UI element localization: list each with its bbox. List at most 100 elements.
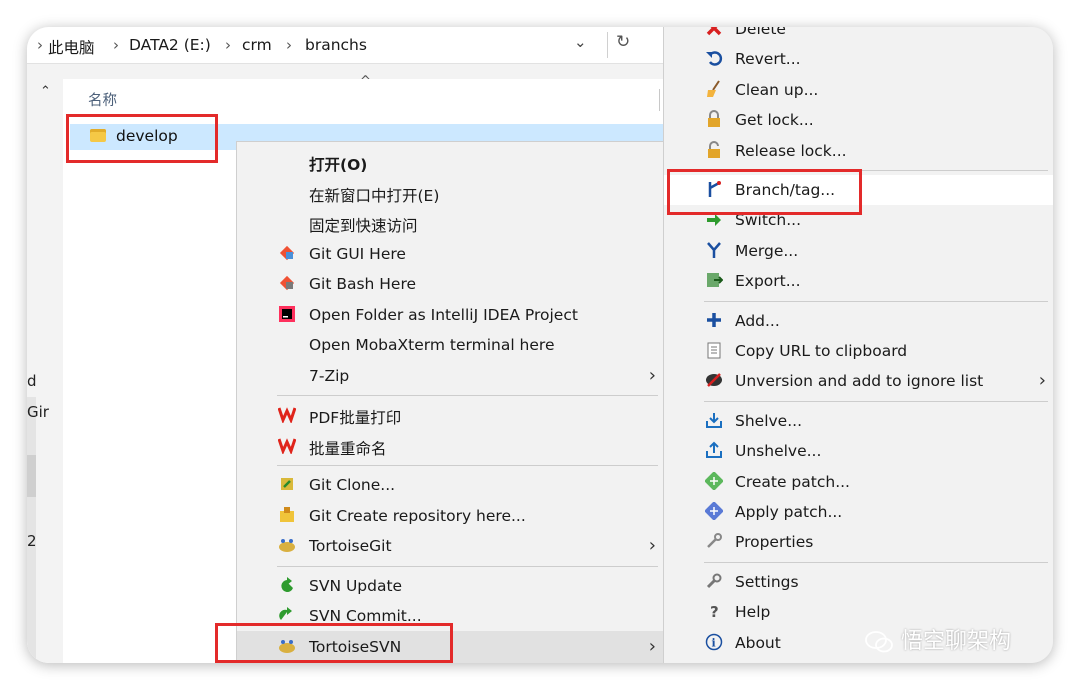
menu-separator <box>704 300 1048 302</box>
menu-item-unshelve[interactable]: Unshelve... <box>664 436 1053 466</box>
refresh-icon[interactable]: ↻ <box>616 32 630 52</box>
watermark-text: 悟空聊架构 <box>901 629 1012 654</box>
chevron-down-icon[interactable]: ⌄ <box>574 33 587 51</box>
add-icon <box>704 311 724 331</box>
breadcrumb-separator: › <box>37 36 43 54</box>
menu-item-delete[interactable]: Delete <box>664 27 1053 44</box>
menu-separator <box>277 565 658 567</box>
settings-icon <box>704 572 724 592</box>
menu-item-add[interactable]: Add... <box>664 306 1053 336</box>
unshelve-icon <box>704 441 724 461</box>
menu-item-open-mobaxterm-terminal-here[interactable]: Open MobaXterm terminal here <box>237 330 664 360</box>
menu-item-git-clone[interactable]: Git Clone... <box>237 470 664 500</box>
ignore-icon <box>704 371 724 391</box>
menu-item-shelve[interactable]: Shelve... <box>664 406 1053 436</box>
menu-item-item[interactable]: 固定到快速访问 <box>237 208 664 238</box>
menu-item-o[interactable]: 打开(O) <box>237 147 664 177</box>
menu-item-7-zip[interactable]: 7-Zip › <box>237 361 664 391</box>
menu-item-create-patch[interactable]: Create patch... <box>664 467 1053 497</box>
menu-item-revert[interactable]: Revert... <box>664 44 1053 74</box>
menu-item-export[interactable]: Export... <box>664 266 1053 296</box>
breadcrumb-this-pc[interactable]: 此电脑 <box>48 36 95 58</box>
divider <box>607 32 608 58</box>
menu-item-svn-update[interactable]: SVN Update <box>237 571 664 601</box>
menu-item-label: 固定到快速访问 <box>309 217 418 235</box>
menu-item-properties[interactable]: Properties <box>664 527 1053 557</box>
tortoisesvn-submenu: Delete Revert... Clean up... Get lock... Rel… <box>663 27 1053 663</box>
create-patch-icon <box>704 470 724 492</box>
sort-ascending-icon: ^ <box>360 74 371 89</box>
intellij-icon <box>277 305 297 325</box>
menu-item-label: Get lock... <box>735 111 814 130</box>
chevron-right-icon: › <box>1038 370 1046 392</box>
chevron-right-icon: › <box>648 364 656 386</box>
menu-item-open-folder-as-intellij-idea-project[interactable]: Open Folder as IntelliJ IDEA Project <box>237 300 664 330</box>
export-icon <box>704 271 724 291</box>
menu-item-label: Git GUI Here <box>309 244 406 263</box>
menu-item-label: Git Create repository here... <box>309 506 526 525</box>
breadcrumb-separator: › <box>225 36 231 54</box>
menu-item-unversion-and-add-to-ignore-list[interactable]: Unversion and add to ignore list › <box>664 366 1053 396</box>
nav-pane-text: Gir <box>27 403 49 421</box>
menu-item-label: Add... <box>735 311 780 330</box>
menu-item-tortoisegit[interactable]: TortoiseGit › <box>237 531 664 561</box>
menu-item-e[interactable]: 在新窗口中打开(E) <box>237 178 664 208</box>
nav-pane-text: d <box>27 372 37 390</box>
breadcrumb-branchs[interactable]: branchs <box>305 36 367 54</box>
menu-item-label: Release lock... <box>735 141 847 160</box>
chevron-right-icon: › <box>648 535 656 556</box>
menu-item-label: Revert... <box>735 50 801 69</box>
delete-icon <box>704 27 724 39</box>
menu-item-get-lock[interactable]: Get lock... <box>664 105 1053 135</box>
breadcrumb-crm[interactable]: crm <box>242 36 272 54</box>
menu-item-clean-up[interactable]: Clean up... <box>664 75 1053 105</box>
shelve-icon <box>704 411 724 431</box>
svg-text:?: ? <box>710 603 719 620</box>
wps-icon <box>277 405 297 425</box>
menu-separator <box>704 561 1048 563</box>
menu-item-item[interactable]: 批量重命名 <box>237 431 664 461</box>
menu-item-copy-url-to-clipboard[interactable]: Copy URL to clipboard <box>664 336 1053 366</box>
address-bar[interactable]: › 此电脑 › DATA2 (E:) › crm › branchs ⌄ ↻ <box>27 27 663 64</box>
menu-separator <box>277 395 658 396</box>
menu-item-label: 7-Zip <box>309 366 350 385</box>
tortoisegit-repo-icon <box>277 506 297 526</box>
tortoisegit-icon <box>277 536 297 556</box>
cleanup-icon <box>704 80 724 100</box>
menu-item-merge[interactable]: Merge... <box>664 236 1053 266</box>
scroll-up-icon[interactable]: ⌃ <box>40 84 51 99</box>
menu-item-label: 在新窗口中打开(E) <box>309 186 440 205</box>
breadcrumb-drive[interactable]: DATA2 (E:) <box>129 36 211 54</box>
revert-icon <box>704 49 724 69</box>
menu-item-git-bash-here[interactable]: Git Bash Here <box>237 269 664 299</box>
annotation-box-tortoisesvn <box>215 623 453 663</box>
nav-pane-text: 2 <box>27 532 37 550</box>
menu-item-label: Export... <box>735 272 801 291</box>
menu-item-label: 打开(O) <box>309 156 368 174</box>
menu-item-label: TortoiseGit <box>309 537 392 555</box>
menu-item-git-gui-here[interactable]: Git GUI Here <box>237 239 664 269</box>
scrollbar-thumb[interactable] <box>27 455 36 497</box>
menu-item-settings[interactable]: Settings <box>664 567 1053 597</box>
menu-item-label: About <box>735 633 781 652</box>
about-icon: i <box>704 633 724 653</box>
menu-item-git-create-repository-here[interactable]: Git Create repository here... <box>237 501 664 531</box>
column-divider[interactable] <box>659 89 660 111</box>
menu-item-label: Properties <box>735 533 814 552</box>
menu-item-apply-patch[interactable]: Apply patch... <box>664 497 1053 527</box>
git-bash-icon <box>277 274 297 294</box>
tortoisegit-clone-icon <box>277 475 297 495</box>
menu-item-label: Unversion and add to ignore list <box>735 372 984 391</box>
menu-separator <box>277 465 658 466</box>
menu-item-pdf[interactable]: PDF批量打印 <box>237 400 664 430</box>
menu-item-label: Open Folder as IntelliJ IDEA Project <box>309 305 578 324</box>
menu-item-label: PDF批量打印 <box>309 409 402 427</box>
menu-item-label: SVN Update <box>309 576 403 595</box>
merge-icon <box>704 241 724 261</box>
column-header-name[interactable]: 名称 <box>88 89 117 110</box>
menu-item-release-lock[interactable]: Release lock... <box>664 136 1053 166</box>
annotation-box-branch-tag <box>667 169 862 215</box>
breadcrumb-separator: › <box>286 36 292 54</box>
properties-icon <box>704 532 724 552</box>
menu-item-label: Apply patch... <box>735 503 843 521</box>
